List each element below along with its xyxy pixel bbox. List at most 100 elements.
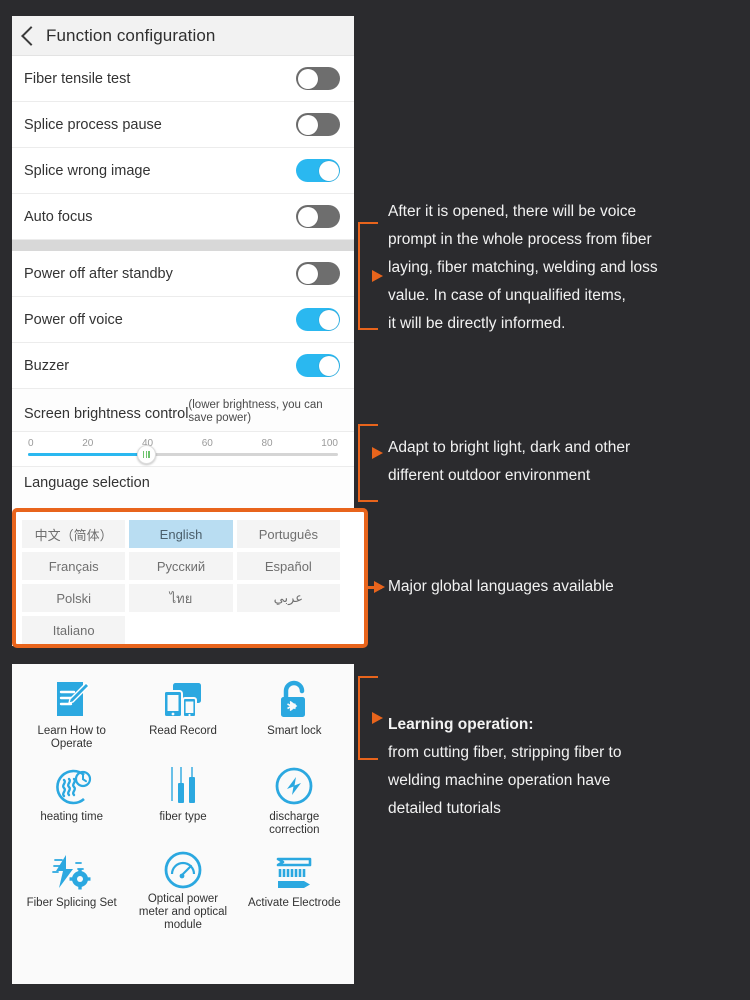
tool-item-label: fiber type (159, 811, 207, 823)
annotation-language: Major global languages available (388, 578, 614, 595)
slider-tick-label: 0 (28, 438, 34, 449)
tool-item-label: Read Record (149, 725, 217, 737)
language-option[interactable]: Português (236, 520, 340, 548)
bluetooth-padlock-icon (276, 678, 312, 722)
tool-item[interactable]: fiber type (127, 764, 238, 846)
toggle-switch[interactable] (296, 67, 340, 90)
toggle-rows-group-2: Power off after standby Power off voice Bu… (12, 251, 354, 389)
brightness-tick-labels: 0 20 40 60 80 100 (28, 438, 338, 449)
arrow-learning (372, 712, 383, 724)
chevron-left-icon[interactable] (21, 25, 41, 46)
fiber-strands-icon (165, 764, 201, 808)
setting-row: Power off voice (12, 297, 354, 343)
brace-brightness (358, 424, 378, 502)
toggle-knob (297, 114, 318, 135)
annotation-brightness: Adapt to bright light, dark and other di… (388, 439, 631, 484)
language-option[interactable]: عربي (236, 584, 340, 612)
tool-item-label: Activate Electrode (247, 897, 341, 909)
language-option[interactable]: Русский (129, 552, 233, 580)
toggle-switch[interactable] (296, 308, 340, 331)
tool-item[interactable]: Fiber Splicing Set (16, 850, 127, 932)
language-option[interactable]: English (129, 520, 233, 548)
language-option[interactable]: Polski (22, 584, 126, 612)
toggle-knob (297, 68, 318, 89)
language-grid: 中文（简体） English Português Français Русский Esp… (16, 512, 346, 652)
tool-item[interactable]: Read Record (127, 678, 238, 760)
language-option[interactable]: Italiano (22, 616, 126, 644)
arrow-brightness (372, 447, 383, 459)
language-grid-spacer (129, 616, 232, 644)
language-option[interactable]: ไทย (129, 584, 233, 612)
toggle-knob (297, 263, 318, 284)
slider-thumb[interactable] (136, 445, 156, 464)
slider-tick-label: 80 (261, 438, 273, 449)
tool-item-label: heating time (40, 811, 103, 823)
setting-row-label: Buzzer (24, 357, 70, 374)
tool-item[interactable]: Learn How to Operate (16, 678, 127, 760)
setting-row-label: Power off after standby (24, 265, 173, 282)
section-divider (12, 240, 354, 251)
toggle-switch[interactable] (296, 159, 340, 182)
setting-row: Splice process pause (12, 102, 354, 148)
setting-row-label: Fiber tensile test (24, 70, 131, 87)
annotation-learning-body: from cutting fiber, stripping fiber to w… (388, 744, 622, 817)
setting-row: Splice wrong image (12, 148, 354, 194)
arrow-language (374, 581, 385, 593)
lightning-circle-icon (274, 764, 314, 808)
tool-item-label: Smart lock (267, 725, 322, 737)
brightness-row: Screen brightness control (lower brightn… (12, 389, 354, 432)
screenshot-root: Function configuration Fiber tensile tes… (0, 0, 750, 1000)
toggle-switch[interactable] (296, 113, 340, 136)
heat-waves-clock-icon (51, 764, 93, 808)
page-title: Function configuration (46, 25, 216, 45)
slider-track[interactable] (28, 445, 338, 464)
setting-row: Auto focus (12, 194, 354, 240)
annotation-learning-title: Learning operation: (388, 716, 534, 733)
tool-item-label: Learn How to Operate (37, 725, 106, 750)
language-option[interactable]: Español (236, 552, 340, 580)
tool-item-label: Fiber Splicing Set (26, 897, 117, 909)
gauge-icon (163, 850, 203, 890)
brightness-hint: (lower brightness, you can save power) (188, 399, 323, 424)
annotation-voice-prompt: After it is opened, there will be voice … (388, 203, 658, 332)
arrow-voice-prompt (372, 270, 383, 282)
language-option[interactable]: 中文（简体） (22, 520, 126, 548)
setting-row: Power off after standby (12, 251, 354, 297)
brightness-label: Screen brightness control (24, 406, 189, 422)
devices-icon (161, 678, 205, 722)
tool-grid: Learn How to Operate Read Record Smart l… (12, 664, 354, 932)
setting-row-label: Splice wrong image (24, 162, 151, 179)
toggle-switch[interactable] (296, 205, 340, 228)
toggle-rows-group-1: Fiber tensile test Splice process pause Sp… (12, 56, 354, 240)
slider-tick-label: 20 (82, 438, 94, 449)
slider-fill (28, 453, 146, 456)
language-grid-spacer (237, 616, 340, 644)
tool-item[interactable]: Optical power meter and optical module (127, 850, 238, 932)
setting-row-label: Splice process pause (24, 116, 162, 133)
tools-panel: Learn How to Operate Read Record Smart l… (12, 664, 354, 984)
setting-row: Buzzer (12, 343, 354, 389)
tool-item[interactable]: Smart lock (239, 678, 350, 760)
tool-item[interactable]: heating time (16, 764, 127, 846)
electrode-icon (272, 850, 316, 894)
toggle-knob (318, 309, 339, 330)
setting-row-label: Auto focus (24, 208, 93, 225)
slider-tick-label: 100 (321, 438, 338, 449)
tool-item[interactable]: discharge correction (239, 764, 350, 846)
language-selection-box: 中文（简体） English Português Français Русский Esp… (12, 508, 368, 648)
language-option[interactable]: Français (22, 552, 126, 580)
toggle-switch[interactable] (296, 262, 340, 285)
language-selection-heading: Language selection (24, 475, 150, 491)
lightning-gear-icon (50, 850, 94, 894)
tool-item-label: discharge correction (269, 811, 320, 836)
toggle-knob (318, 355, 339, 376)
slider-tick-label: 60 (201, 438, 213, 449)
toggle-switch[interactable] (296, 354, 340, 377)
toggle-knob (297, 206, 318, 227)
setting-row: Fiber tensile test (12, 56, 354, 102)
tool-item[interactable]: Activate Electrode (239, 850, 350, 932)
setting-row-label: Power off voice (24, 311, 123, 328)
tool-item-label: Optical power meter and optical module (138, 893, 228, 931)
brightness-slider[interactable]: 0 20 40 60 80 100 (12, 432, 354, 467)
toggle-knob (318, 160, 339, 181)
